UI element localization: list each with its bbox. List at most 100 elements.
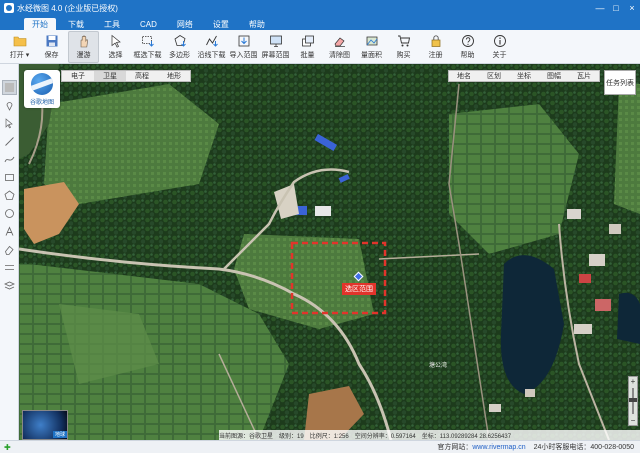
pan-label: 漫游	[76, 51, 91, 59]
open-button[interactable]: 打开 ▾	[4, 31, 35, 63]
minimize-button[interactable]: —	[592, 0, 608, 16]
close-button[interactable]: ×	[624, 0, 640, 16]
about-button[interactable]: 关于	[484, 31, 515, 63]
tab-network[interactable]: 网络	[169, 18, 201, 30]
tool-select-frame[interactable]	[1, 80, 17, 95]
rect-download-icon	[141, 35, 154, 47]
clear-icon	[334, 37, 345, 47]
overlay-placenames[interactable]: 地名	[449, 71, 479, 81]
zoom-out-button[interactable]: −	[631, 416, 636, 425]
window-controls: — □ ×	[592, 0, 640, 16]
maximize-button[interactable]: □	[608, 0, 624, 16]
curve-icon	[4, 156, 14, 163]
status-bar: ✚ 官方网站：www.rivermap.cn 24小时客服电话：400-028-…	[0, 440, 640, 453]
rect-download-button[interactable]: 框选下载	[132, 31, 163, 63]
tool-line[interactable]	[2, 134, 17, 149]
arrow-icon	[5, 118, 13, 129]
tab-download[interactable]: 下载	[60, 18, 92, 30]
tool-grid[interactable]	[2, 260, 17, 275]
website-link[interactable]: www.rivermap.cn	[472, 444, 525, 451]
website-label: 官方网站：	[437, 444, 473, 451]
map-view[interactable]: 谷歌地图 电子 卫星 高程 地形 地名 区划 坐标 图幅 瓦片 任务列表 选区范…	[19, 64, 640, 440]
status-ok-icon: ✚	[4, 442, 11, 452]
pentagon-icon	[4, 190, 14, 200]
pan-button[interactable]: 漫游	[68, 30, 99, 63]
batch-label: 批量	[300, 51, 315, 59]
polyline-download-label: 沿线下载	[197, 51, 226, 59]
earth-overview[interactable]: 地球	[22, 410, 68, 440]
task-list-button[interactable]: 任务列表	[604, 70, 636, 95]
overlay-sheets[interactable]: 图幅	[539, 71, 569, 81]
save-button[interactable]: 保存	[36, 31, 67, 63]
tab-tools[interactable]: 工具	[96, 18, 128, 30]
tool-arrow[interactable]	[2, 116, 17, 131]
purchase-button[interactable]: 购买	[388, 31, 419, 63]
tool-point[interactable]	[2, 98, 17, 113]
maptype-electronic[interactable]: 电子	[62, 71, 94, 81]
tab-start[interactable]: 开始	[24, 18, 56, 30]
tool-polygon[interactable]	[2, 188, 17, 203]
zoom-slider-handle[interactable]	[629, 397, 637, 402]
map-type-switcher: 电子 卫星 高程 地形	[61, 70, 191, 82]
tab-cad[interactable]: CAD	[132, 18, 165, 30]
help-label: 帮助	[460, 51, 475, 59]
batch-button[interactable]: 批量	[292, 31, 323, 63]
polygon-download-button[interactable]: 多边形	[164, 31, 195, 63]
map-logo-label: 谷歌地图	[29, 99, 54, 106]
zoom-in-button[interactable]: +	[631, 377, 636, 386]
select-label: 选择	[108, 51, 123, 59]
zoom-slider[interactable]	[629, 388, 637, 414]
tool-curve[interactable]	[2, 152, 17, 167]
maptype-elevation[interactable]: 高程	[126, 71, 158, 81]
overlay-coordinates[interactable]: 坐标	[509, 71, 539, 81]
tool-layers[interactable]	[2, 278, 17, 293]
batch-icon	[301, 35, 314, 46]
tab-help[interactable]: 帮助	[241, 18, 273, 30]
line-icon	[4, 137, 14, 146]
overlay-tiles[interactable]: 瓦片	[569, 71, 599, 81]
tool-text[interactable]	[2, 224, 17, 239]
frame-icon	[4, 83, 14, 92]
rect-download-label: 框选下载	[133, 51, 162, 59]
pointer-icon	[111, 34, 121, 48]
select-button[interactable]: 选择	[100, 31, 131, 63]
google-maps-logo[interactable]: 谷歌地图	[24, 70, 60, 108]
maptype-terrain[interactable]: 地形	[158, 71, 190, 81]
rectangle-icon	[4, 174, 14, 181]
hand-icon	[80, 35, 88, 47]
info-icon	[493, 34, 506, 47]
maptype-satellite[interactable]: 卫星	[94, 71, 126, 81]
overlay-districts[interactable]: 区划	[479, 71, 509, 81]
tool-rectangle[interactable]	[2, 170, 17, 185]
globe-logo-icon	[31, 72, 53, 95]
import-icon	[238, 35, 249, 46]
screen-extent-button[interactable]: 屏幕范围	[260, 31, 291, 63]
help-button[interactable]: 帮助	[452, 31, 483, 63]
cart-icon	[397, 35, 410, 46]
status-info: 官方网站：www.rivermap.cn 24小时客服电话：400-028-00…	[431, 442, 634, 452]
import-extent-label: 导入范围	[229, 51, 258, 59]
folder-icon	[13, 36, 26, 46]
tool-eraser[interactable]	[2, 242, 17, 257]
lock-icon	[431, 34, 440, 47]
open-label: 打开 ▾	[9, 51, 30, 59]
eraser-icon	[4, 245, 14, 255]
tab-settings[interactable]: 设置	[205, 18, 237, 30]
hotline: 24小时客服电话：400-028-0050	[533, 444, 634, 451]
layers-icon	[3, 281, 15, 290]
place-label: 塘公湾	[429, 363, 448, 369]
window-title: 水经微图 4.0 (企业版已授权)	[17, 3, 118, 13]
grid-icon	[4, 265, 14, 270]
polyline-download-button[interactable]: 沿线下载	[196, 31, 227, 63]
tool-circle[interactable]	[2, 206, 17, 221]
measure-area-button[interactable]: 量面积	[356, 31, 387, 63]
circle-icon	[4, 209, 14, 218]
register-button[interactable]: 注册	[420, 31, 451, 63]
import-extent-button[interactable]: 导入范围	[228, 31, 259, 63]
zoom-control: + −	[628, 376, 638, 426]
measure-area-label: 量面积	[361, 51, 382, 59]
ribbon-toolbar: 打开 ▾ 保存 漫游 选择 框选下载 多边形 沿线下载 导入范围 屏幕范围 批量…	[0, 30, 640, 64]
pin-icon	[6, 102, 12, 111]
clear-button[interactable]: 清除图	[324, 31, 355, 63]
cursor-coordinates: 坐标：113.09289284 28.6256437	[421, 433, 512, 440]
